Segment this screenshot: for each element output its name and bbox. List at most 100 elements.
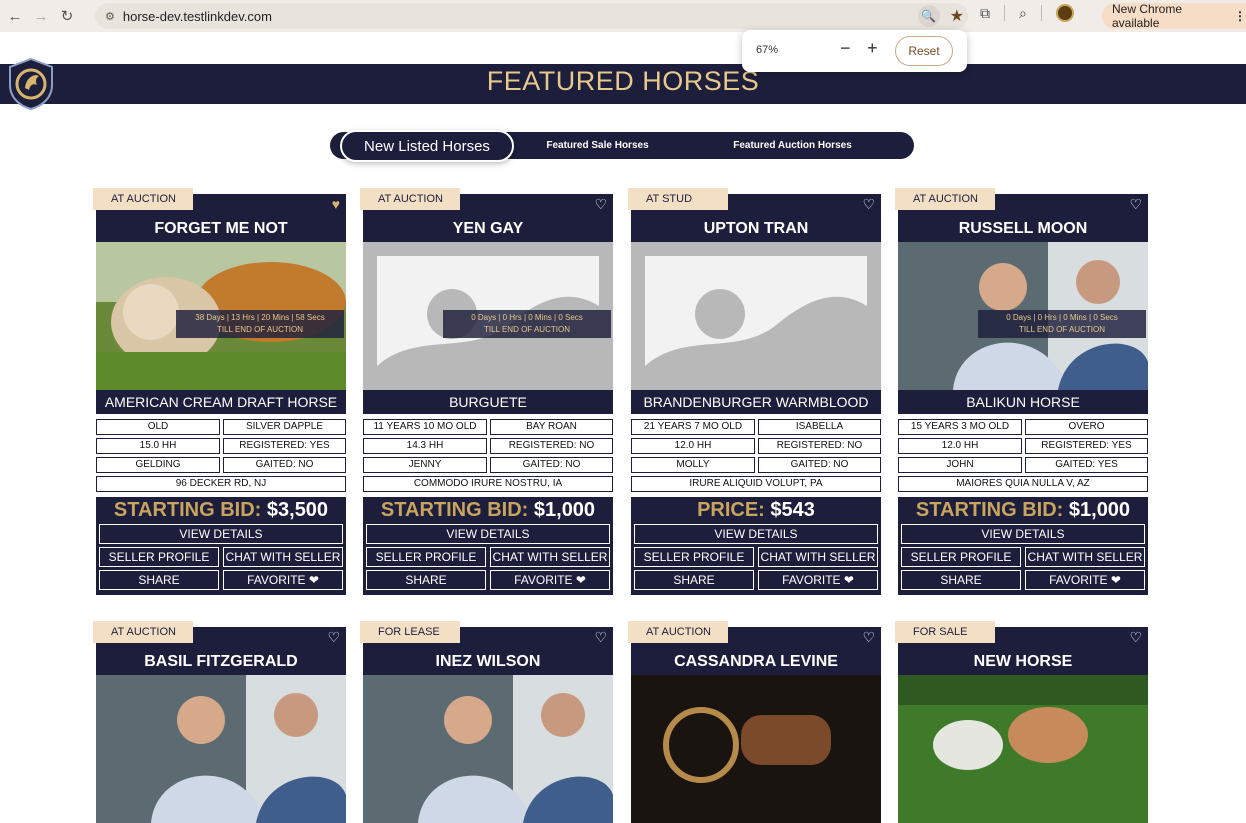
horse-color: ISABELLA bbox=[758, 419, 881, 435]
image-placeholder-icon bbox=[645, 289, 867, 376]
profile-extension-icon[interactable] bbox=[1055, 4, 1074, 22]
chat-with-seller-button[interactable]: CHAT WITH SELLER bbox=[1025, 547, 1145, 567]
horse-card[interactable]: 38 Days | 13 Hrs | 20 Mins | 58 Secs TILL… bbox=[93, 188, 346, 595]
zoom-reset-button[interactable]: Reset bbox=[895, 36, 953, 66]
favorite-button[interactable]: FAVORITE ❤ bbox=[490, 570, 610, 590]
horse-gender: MOLLY bbox=[631, 457, 755, 473]
horse-age: 15 YEARS 3 MO OLD bbox=[898, 419, 1022, 435]
horse-name[interactable]: INEZ WILSON bbox=[363, 653, 613, 671]
reload-icon[interactable]: ↻ bbox=[56, 7, 78, 25]
favorite-heart-icon[interactable]: ♥ bbox=[332, 196, 340, 212]
share-button[interactable]: SHARE bbox=[366, 570, 486, 590]
forward-icon[interactable]: → bbox=[30, 8, 52, 25]
tab-featured-sale[interactable]: Featured Sale Horses bbox=[520, 132, 675, 159]
price: PRICE: $543 bbox=[631, 499, 881, 522]
back-icon[interactable]: ← bbox=[4, 8, 26, 25]
tab-search-icon[interactable]: ⌕ bbox=[1019, 5, 1027, 22]
share-button[interactable]: SHARE bbox=[901, 570, 1021, 590]
view-details-button[interactable]: VIEW DETAILS bbox=[366, 524, 610, 544]
favorite-heart-icon[interactable]: ♡ bbox=[594, 629, 607, 646]
favorite-heart-icon[interactable]: ♡ bbox=[862, 196, 875, 213]
favorite-heart-icon[interactable]: ♡ bbox=[1129, 196, 1142, 213]
seller-profile-button[interactable]: SELLER PROFILE bbox=[99, 547, 219, 567]
view-details-button[interactable]: VIEW DETAILS bbox=[99, 524, 343, 544]
tab-new-listed[interactable]: New Listed Horses bbox=[340, 130, 514, 162]
horse-card[interactable]: AT AUCTION ♡ BASIL FITZGERALD bbox=[93, 621, 346, 823]
timer-label: TILL END OF AUCTION bbox=[484, 325, 570, 334]
chat-with-seller-button[interactable]: CHAT WITH SELLER bbox=[223, 547, 343, 567]
horse-card[interactable]: FOR SALE ♡ NEW HORSE bbox=[895, 621, 1148, 823]
zoom-out-button[interactable]: − bbox=[840, 38, 851, 59]
card-image[interactable] bbox=[631, 242, 881, 390]
chat-with-seller-button[interactable]: CHAT WITH SELLER bbox=[490, 547, 610, 567]
horse-photo bbox=[898, 675, 1148, 823]
horse-registered: REGISTERED: NO bbox=[758, 438, 881, 454]
price-label: PRICE: bbox=[697, 499, 765, 521]
horse-registered: REGISTERED: YES bbox=[223, 438, 346, 454]
horse-card[interactable]: AT AUCTION ♡ CASSANDRA LEVINE bbox=[628, 621, 881, 823]
horse-height: 14.3 HH bbox=[363, 438, 487, 454]
horse-name[interactable]: FORGET ME NOT bbox=[96, 220, 346, 238]
address-bar[interactable]: ⚙ horse-dev.testlinkdev.com 🔍 ★ bbox=[95, 3, 968, 29]
status-badge: AT STUD bbox=[628, 188, 728, 210]
horse-name[interactable]: YEN GAY bbox=[363, 220, 613, 238]
price: STARTING BID: $3,500 bbox=[96, 499, 346, 522]
site-info-icon[interactable]: ⚙ bbox=[105, 10, 115, 23]
horse-gaited: GAITED: YES bbox=[1025, 457, 1148, 473]
horse-breed: BRANDENBURGER WARMBLOOD bbox=[631, 390, 881, 414]
zoom-in-button[interactable]: + bbox=[867, 38, 878, 59]
menu-dots-icon[interactable]: ⋮ bbox=[1234, 9, 1246, 23]
favorite-button[interactable]: FAVORITE ❤ bbox=[758, 570, 878, 590]
new-chrome-label: New Chrome available bbox=[1112, 2, 1183, 30]
horse-card[interactable]: AT STUD ♡ UPTON TRAN BRANDENBURGER WARMBLOO… bbox=[628, 188, 881, 595]
horse-registered: REGISTERED: YES bbox=[1025, 438, 1148, 454]
new-chrome-button[interactable]: New Chrome available ⋮ bbox=[1102, 2, 1246, 30]
share-button[interactable]: SHARE bbox=[99, 570, 219, 590]
favorite-button[interactable]: FAVORITE ❤ bbox=[1025, 570, 1145, 590]
horse-card[interactable]: 0 Days | 0 Hrs | 0 Mins | 0 Secs TILL END… bbox=[360, 188, 613, 595]
favorite-heart-icon[interactable]: ♡ bbox=[327, 629, 340, 646]
chat-with-seller-button[interactable]: CHAT WITH SELLER bbox=[758, 547, 878, 567]
horse-location: MAIORES QUIA NULLA V, AZ bbox=[898, 476, 1148, 492]
favorite-heart-icon[interactable]: ♡ bbox=[1129, 629, 1142, 646]
horse-name[interactable]: BASIL FITZGERALD bbox=[96, 653, 346, 671]
bookmark-star-icon[interactable]: ★ bbox=[950, 6, 964, 26]
favorite-heart-icon[interactable]: ♡ bbox=[594, 196, 607, 213]
toolbar-divider bbox=[1004, 5, 1005, 21]
site-logo[interactable] bbox=[8, 58, 54, 110]
timer-label: TILL END OF AUCTION bbox=[1019, 325, 1105, 334]
price-panel: STARTING BID: $1,000 VIEW DETAILS SELLER… bbox=[363, 497, 613, 595]
image-placeholder bbox=[645, 256, 867, 376]
horse-card[interactable]: 0 Days | 0 Hrs | 0 Mins | 0 Secs TILL END… bbox=[895, 188, 1148, 595]
horse-height: 15.0 HH bbox=[96, 438, 220, 454]
horse-name[interactable]: UPTON TRAN bbox=[631, 220, 881, 238]
horse-breed: BURGUETE bbox=[363, 390, 613, 414]
view-details-button[interactable]: VIEW DETAILS bbox=[901, 524, 1145, 544]
horse-card[interactable]: FOR LEASE ♡ INEZ WILSON bbox=[360, 621, 613, 823]
seller-profile-button[interactable]: SELLER PROFILE bbox=[366, 547, 486, 567]
status-badge: AT AUCTION bbox=[93, 188, 193, 210]
card-image[interactable] bbox=[363, 675, 613, 823]
horse-name[interactable]: CASSANDRA LEVINE bbox=[631, 653, 881, 671]
card-image[interactable] bbox=[898, 675, 1148, 823]
share-button[interactable]: SHARE bbox=[634, 570, 754, 590]
price-value: $1,000 bbox=[528, 499, 596, 521]
card-image[interactable] bbox=[96, 675, 346, 823]
horse-color: BAY ROAN bbox=[490, 419, 613, 435]
extensions-icon[interactable]: ⧉ bbox=[980, 5, 990, 22]
horse-breed: BALIKUN HORSE bbox=[898, 390, 1148, 414]
seller-profile-button[interactable]: SELLER PROFILE bbox=[634, 547, 754, 567]
favorite-heart-icon[interactable]: ♡ bbox=[862, 629, 875, 646]
zoom-icon[interactable]: 🔍 bbox=[917, 5, 940, 27]
status-badge: AT AUCTION bbox=[895, 188, 995, 210]
toolbar-icons: ⧉ ⌕ bbox=[980, 4, 1074, 22]
view-details-button[interactable]: VIEW DETAILS bbox=[634, 524, 878, 544]
card-image[interactable] bbox=[631, 675, 881, 823]
horse-name[interactable]: NEW HORSE bbox=[898, 653, 1148, 671]
price-value: $543 bbox=[764, 499, 815, 521]
favorite-button[interactable]: FAVORITE ❤ bbox=[223, 570, 343, 590]
price-value: $1,000 bbox=[1063, 499, 1131, 521]
seller-profile-button[interactable]: SELLER PROFILE bbox=[901, 547, 1021, 567]
tab-featured-auction[interactable]: Featured Auction Horses bbox=[700, 132, 885, 159]
horse-name[interactable]: RUSSELL MOON bbox=[898, 220, 1148, 238]
